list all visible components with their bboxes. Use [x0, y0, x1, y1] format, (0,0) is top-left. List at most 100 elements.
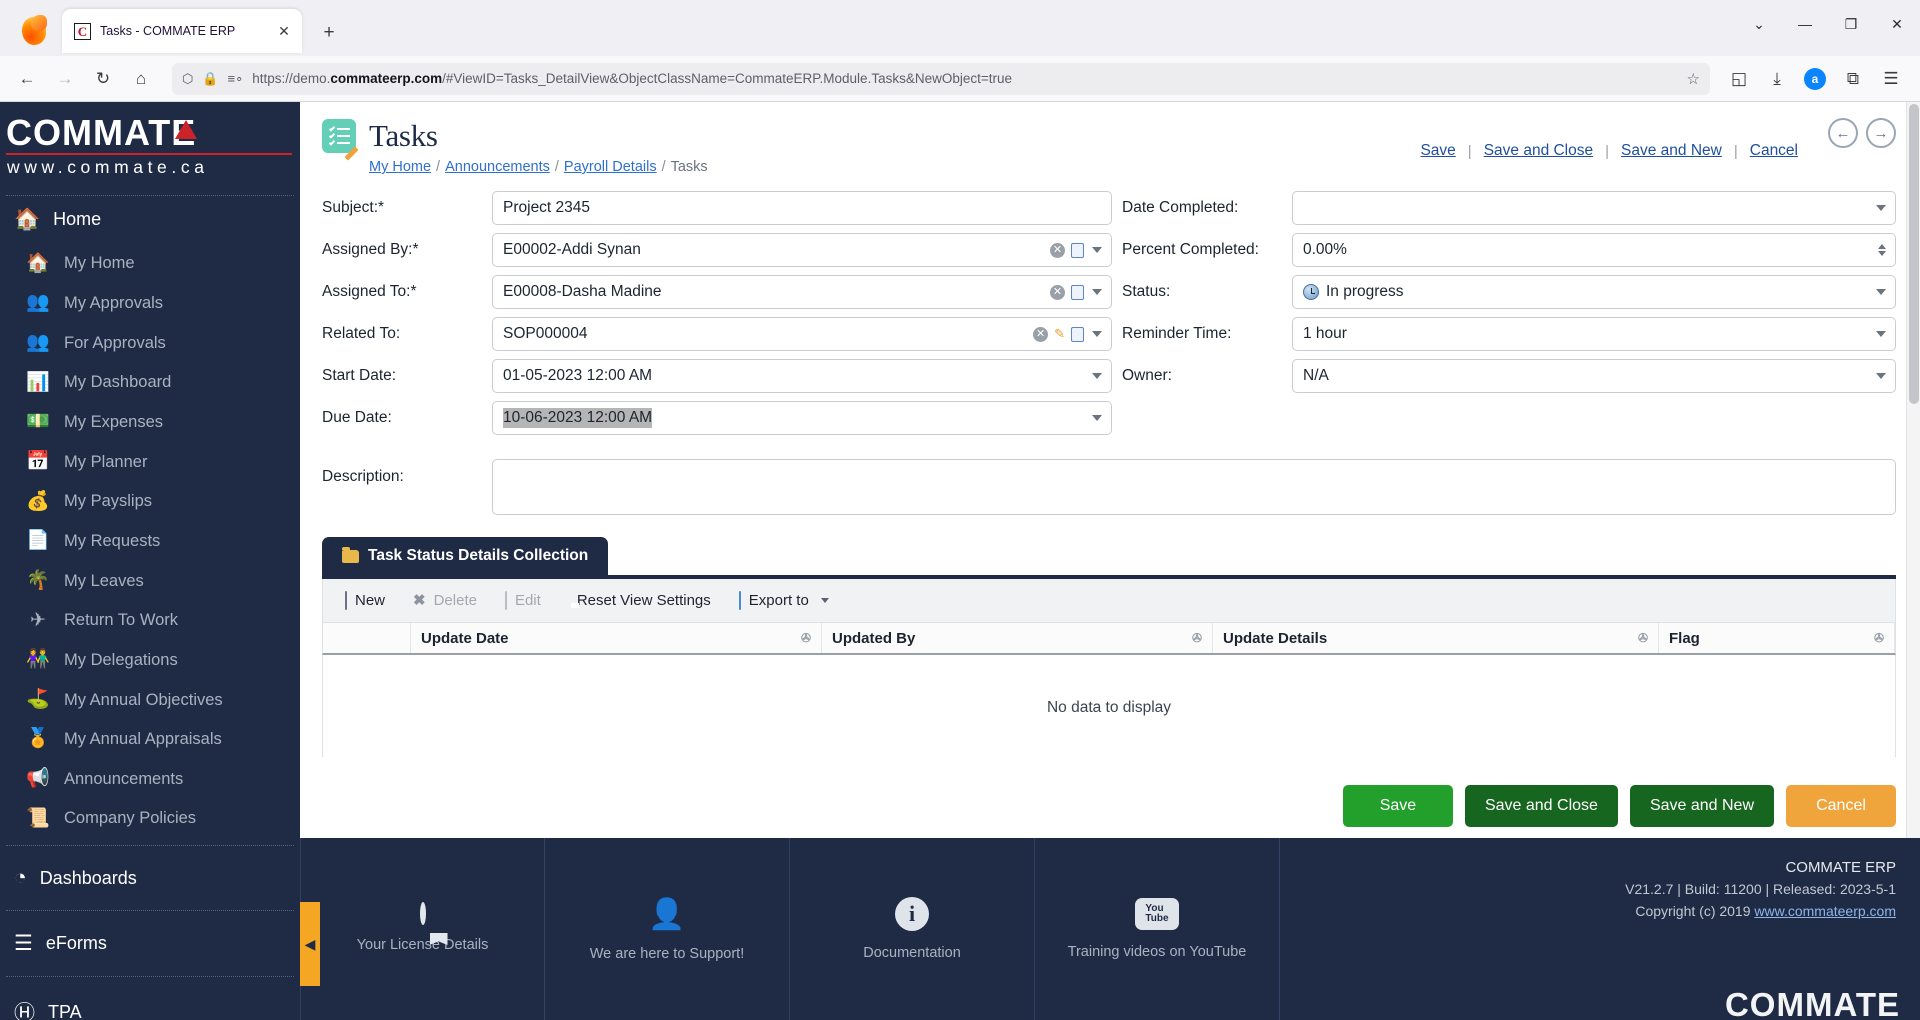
- sidebar-item-announcements[interactable]: 📢 Announcements: [0, 759, 300, 799]
- footer-link-training-videos-on-youtube[interactable]: You Tube Training videos on YouTube: [1035, 838, 1280, 1020]
- tab-list-icon[interactable]: ⌄: [1736, 4, 1782, 44]
- new-tab-button[interactable]: +: [314, 18, 344, 48]
- chevron-down-icon[interactable]: [1092, 289, 1102, 295]
- url-bar[interactable]: ⬡ 🔒 ≡∘ https://demo.commateerp.com/#View…: [172, 62, 1710, 95]
- subject-input[interactable]: Project 2345: [492, 191, 1112, 225]
- toolbar-export-to-button[interactable]: Export to: [727, 586, 841, 615]
- sidebar-item-my-annual-objectives[interactable]: ⛳ My Annual Objectives: [0, 680, 300, 720]
- next-record-icon[interactable]: →: [1866, 118, 1896, 148]
- description-textarea[interactable]: [492, 459, 1896, 515]
- permissions-icon[interactable]: ≡∘: [228, 71, 244, 87]
- filter-icon[interactable]: ✇: [1192, 631, 1202, 645]
- footer-link-your-license-details[interactable]: Your License Details: [300, 838, 545, 1020]
- website-link[interactable]: www.commateerp.com: [1754, 903, 1896, 919]
- previous-record-icon[interactable]: ←: [1828, 118, 1858, 148]
- extensions-icon[interactable]: ⧉: [1836, 62, 1870, 96]
- header-link-save[interactable]: Save: [1408, 142, 1467, 160]
- grid-column-header-update-date[interactable]: Update Date ✇: [411, 623, 822, 653]
- vertical-scrollbar[interactable]: [1906, 102, 1920, 838]
- reload-icon[interactable]: ↻: [86, 62, 120, 96]
- toolbar-reset-view-settings-button[interactable]: Reset View Settings: [557, 586, 723, 615]
- sidebar-item-my-payslips[interactable]: 💰 My Payslips: [0, 482, 300, 522]
- sidebar-section-tpa[interactable]: Ⓗ TPA: [0, 984, 300, 1020]
- grid-column-header-updated-by[interactable]: Updated By ✇: [822, 623, 1213, 653]
- chevron-down-icon[interactable]: [1092, 415, 1102, 421]
- button-save-and-new[interactable]: Save and New: [1629, 785, 1774, 827]
- sidebar-item-my-dashboard[interactable]: 📊 My Dashboard: [0, 363, 300, 403]
- related-to-input[interactable]: SOP000004 ✕ ✎: [492, 317, 1112, 351]
- filter-icon[interactable]: ✇: [801, 631, 811, 645]
- filter-icon[interactable]: ✇: [1874, 631, 1884, 645]
- sidebar-logo[interactable]: COMMATE www.commate.ca: [0, 102, 300, 186]
- sidebar-item-my-home[interactable]: 🏠 My Home: [0, 244, 300, 284]
- toolbar-new-button[interactable]: New: [333, 586, 397, 615]
- sidebar-item-for-approvals[interactable]: 👥 For Approvals: [0, 323, 300, 363]
- due-date-input[interactable]: 10-06-2023 12:00 AM: [492, 401, 1112, 435]
- clear-icon[interactable]: ✕: [1033, 326, 1049, 342]
- button-cancel[interactable]: Cancel: [1786, 785, 1896, 827]
- footer-link-we-are-here-to-support[interactable]: 👤 We are here to Support!: [545, 838, 790, 1020]
- sidebar-item-my-delegations[interactable]: 👫 My Delegations: [0, 640, 300, 680]
- sidebar-item-company-policies[interactable]: 📜 Company Policies: [0, 799, 300, 839]
- header-link-cancel[interactable]: Cancel: [1738, 142, 1810, 160]
- pencil-edit-icon[interactable]: ✎: [1054, 326, 1065, 342]
- start-date-input[interactable]: 01-05-2023 12:00 AM: [492, 359, 1112, 393]
- button-save[interactable]: Save: [1342, 785, 1453, 827]
- sidebar-collapse-handle[interactable]: ◀: [300, 902, 320, 986]
- date-completed-input[interactable]: [1292, 191, 1896, 225]
- tab-task-status-details[interactable]: Task Status Details Collection: [322, 537, 609, 575]
- sidebar-item-my-annual-appraisals[interactable]: 🏅 My Annual Appraisals: [0, 719, 300, 759]
- chevron-down-icon[interactable]: [1876, 289, 1886, 295]
- chevron-down-icon[interactable]: [1092, 247, 1102, 253]
- chevron-down-icon[interactable]: [1876, 373, 1886, 379]
- lookup-copy-icon[interactable]: [1071, 284, 1084, 300]
- chevron-down-icon[interactable]: [1876, 205, 1886, 211]
- shield-icon[interactable]: ⬡: [182, 71, 193, 87]
- account-icon[interactable]: a: [1798, 62, 1832, 96]
- button-save-and-close[interactable]: Save and Close: [1464, 785, 1618, 827]
- chevron-down-icon[interactable]: [1876, 331, 1886, 337]
- grid-column-header-update-details[interactable]: Update Details ✇: [1213, 623, 1659, 653]
- lock-icon[interactable]: 🔒: [202, 71, 218, 87]
- chevron-down-icon[interactable]: [820, 598, 829, 603]
- status-select[interactable]: In progress: [1292, 275, 1896, 309]
- forward-icon[interactable]: →: [48, 62, 82, 96]
- downloads-icon[interactable]: ⤓: [1760, 62, 1794, 96]
- chevron-down-icon[interactable]: [1092, 373, 1102, 379]
- maximize-icon[interactable]: ❐: [1828, 4, 1874, 44]
- reminder-time-select[interactable]: 1 hour: [1292, 317, 1896, 351]
- percent-completed-input[interactable]: 0.00%: [1292, 233, 1896, 267]
- lookup-copy-icon[interactable]: [1071, 242, 1084, 258]
- url-text[interactable]: https://demo.commateerp.com/#ViewID=Task…: [252, 71, 1678, 86]
- close-window-icon[interactable]: ✕: [1874, 4, 1920, 44]
- sidebar-item-my-planner[interactable]: 📅 My Planner: [0, 442, 300, 482]
- clear-icon[interactable]: ✕: [1050, 242, 1065, 258]
- sidebar-item-my-requests[interactable]: 📄 My Requests: [0, 521, 300, 561]
- sidebar-item-my-approvals[interactable]: 👥 My Approvals: [0, 283, 300, 323]
- app-menu-icon[interactable]: ☰: [1874, 62, 1908, 96]
- sidebar-item-my-leaves[interactable]: 🌴 My Leaves: [0, 561, 300, 601]
- minimize-icon[interactable]: —: [1782, 4, 1828, 44]
- footer-link-documentation[interactable]: i Documentation: [790, 838, 1035, 1020]
- chevron-down-icon[interactable]: [1092, 331, 1102, 337]
- browser-tab[interactable]: C Tasks - COMMATE ERP ✕: [62, 9, 302, 53]
- back-icon[interactable]: ←: [10, 62, 44, 96]
- sidebar-item-return-to-work[interactable]: ✈ Return To Work: [0, 601, 300, 641]
- assigned-by-input[interactable]: E00002-Addi Synan ✕: [492, 233, 1112, 267]
- header-link-save-and-new[interactable]: Save and New: [1609, 142, 1734, 160]
- breadcrumb-item-payroll-details[interactable]: Payroll Details: [564, 159, 657, 175]
- lookup-copy-icon[interactable]: [1071, 326, 1084, 342]
- clear-icon[interactable]: ✕: [1050, 284, 1065, 300]
- sidebar-item-home[interactable]: 🏠 Home: [0, 196, 300, 244]
- assigned-to-input[interactable]: E00008-Dasha Madine ✕: [492, 275, 1112, 309]
- pocket-icon[interactable]: ◱: [1722, 62, 1756, 96]
- header-link-save-and-close[interactable]: Save and Close: [1472, 142, 1605, 160]
- home-icon[interactable]: ⌂: [124, 62, 158, 96]
- sidebar-section-dashboards[interactable]: ◔ Dashboards: [0, 853, 300, 903]
- tab-close-icon[interactable]: ✕: [274, 21, 294, 41]
- owner-select[interactable]: N/A: [1292, 359, 1896, 393]
- bookmark-star-icon[interactable]: ☆: [1687, 70, 1700, 88]
- sidebar-section-eforms[interactable]: ☰ eForms: [0, 918, 300, 969]
- filter-icon[interactable]: ✇: [1638, 631, 1648, 645]
- sidebar-item-my-expenses[interactable]: 💵 My Expenses: [0, 402, 300, 442]
